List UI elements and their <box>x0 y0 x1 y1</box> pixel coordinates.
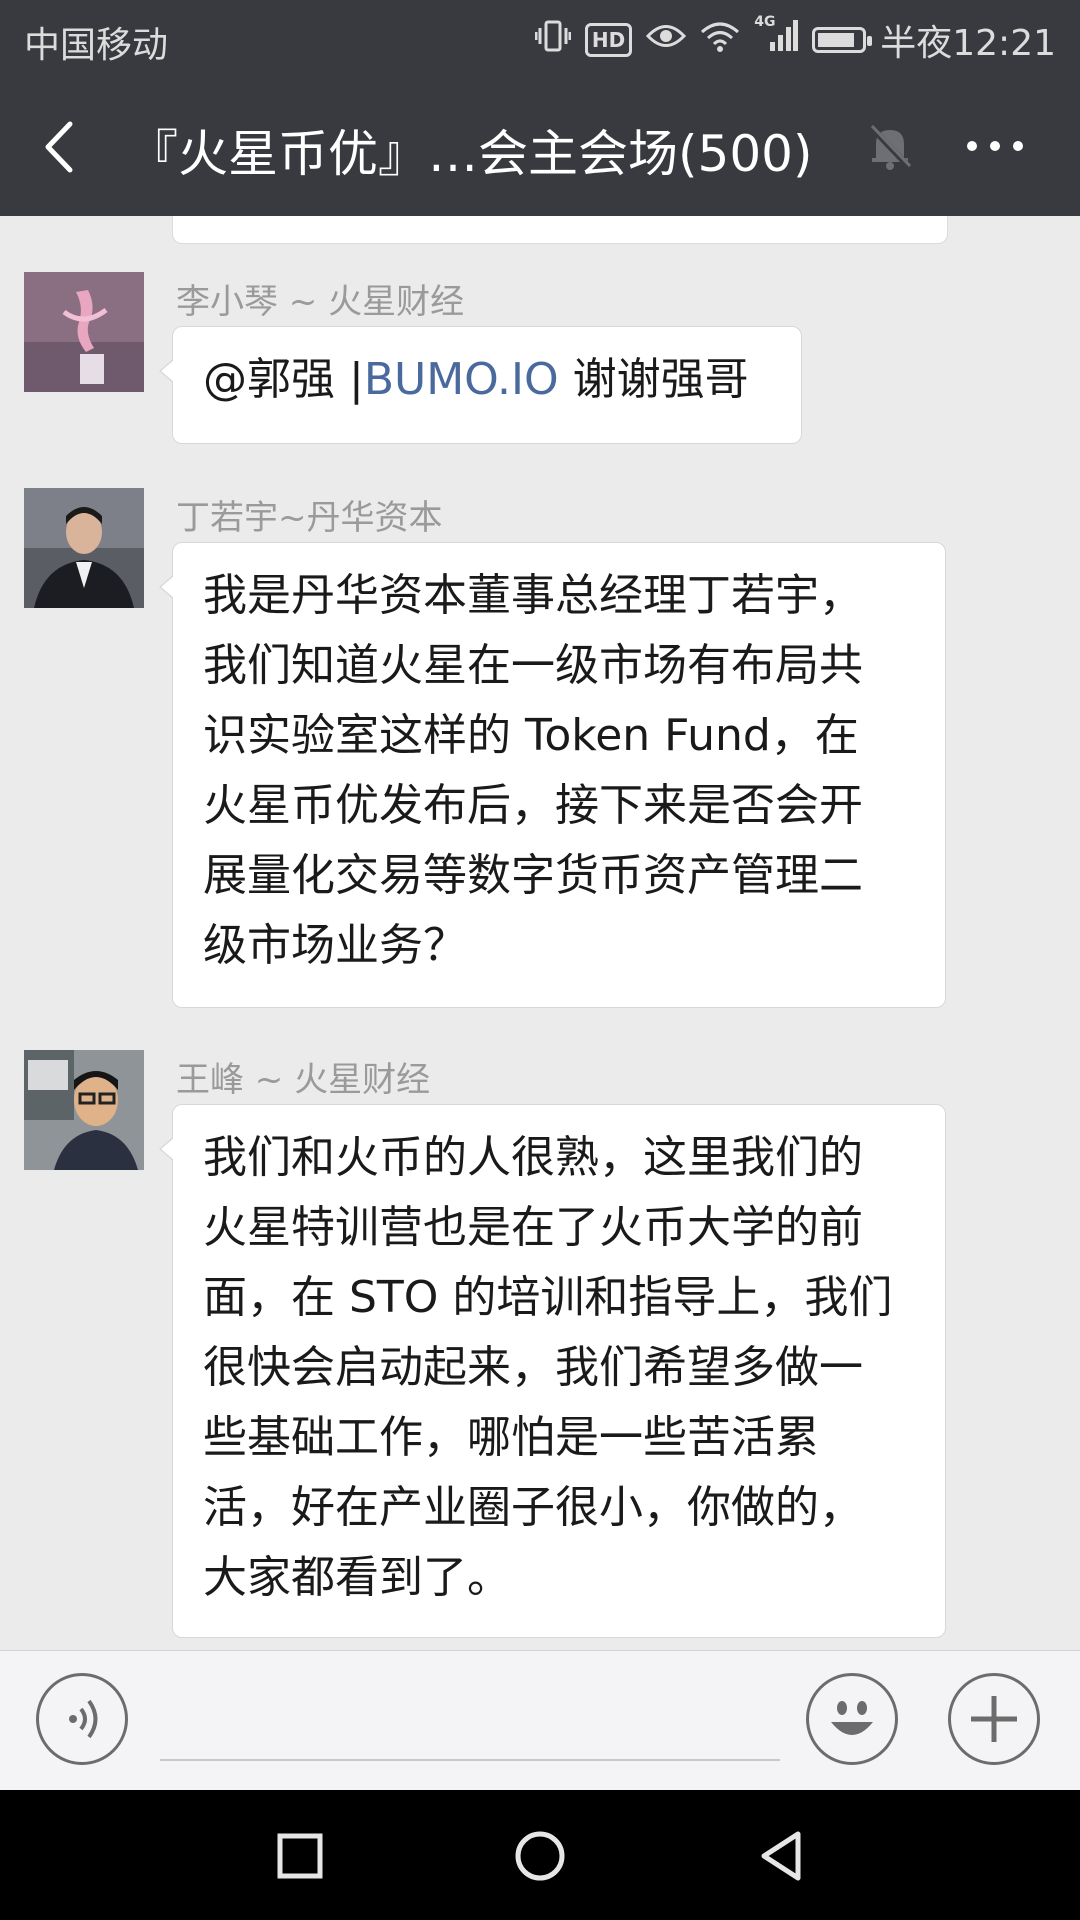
circle-icon <box>515 1831 565 1881</box>
message-line: 展量化交易等数字货币资产管理二 <box>203 850 863 901</box>
wifi-icon <box>700 20 740 60</box>
message-input[interactable] <box>160 1759 780 1761</box>
system-nav-bar <box>0 1790 1080 1920</box>
hd-badge: HD <box>584 23 633 57</box>
back-button[interactable] <box>30 112 100 182</box>
plus-button[interactable] <box>948 1673 1040 1765</box>
message-bubble[interactable]: @郭强 |BUMO.IO 谢谢强哥 <box>159 326 802 444</box>
message-line: 级市场业务？ <box>203 920 467 971</box>
message-bubble[interactable]: 我们和火币的人很熟，这里我们的 火星特训营也是在了火币大学的前 面，在 STO … <box>159 1104 946 1638</box>
emoji-button[interactable] <box>806 1673 898 1765</box>
triangle-back-icon <box>761 1831 801 1881</box>
message-line: 火星特训营也是在了火币大学的前 <box>203 1202 863 1253</box>
sender-name: 李小琴 ~ 火星财经 <box>176 282 465 322</box>
chat-header: 『火星币优』…会主会场(500) <box>0 76 1080 216</box>
message-list[interactable]: 李小琴 ~ 火星财经 @郭强 |BUMO.IO 谢谢强哥 丁若宇~丹华资本 我是… <box>0 216 1080 1650</box>
avatar-image <box>24 272 144 392</box>
message-line: 大家都看到了。 <box>203 1552 511 1603</box>
avatar-image <box>24 488 144 608</box>
message-line: 我们和火币的人很熟，这里我们的 <box>203 1132 863 1183</box>
input-bar <box>0 1650 1080 1790</box>
vibrate-icon <box>534 19 572 61</box>
message-text-tail: 谢谢强哥 <box>558 354 749 405</box>
link[interactable]: BUMO.IO <box>364 354 559 405</box>
avatar[interactable] <box>24 488 144 608</box>
signal-icon: 4G <box>754 14 799 60</box>
message-text: @郭强 |BUMO.IO 谢谢强哥 <box>203 345 771 415</box>
clock: 半夜12:21 <box>880 23 1056 64</box>
voice-icon <box>69 1699 98 1739</box>
home-button[interactable] <box>510 1826 570 1886</box>
emoji-icon <box>831 1701 873 1735</box>
battery-icon <box>812 27 873 53</box>
eye-icon <box>646 21 687 59</box>
status-icons: HD 4G 半夜12:21 <box>534 14 1056 66</box>
message-line: 我是丹华资本董事总经理丁若宇， <box>203 570 863 621</box>
chat-title: 『火星币优』…会主会场(500) <box>128 125 813 183</box>
system-back-button[interactable] <box>752 1826 812 1886</box>
message-line: 些基础工作，哪怕是一些苦活累 <box>203 1412 819 1463</box>
bell-off-icon <box>862 118 918 174</box>
message-line: 面，在 STO 的培训和指导上，我们 <box>203 1272 893 1323</box>
carrier-label: 中国移动 <box>24 25 169 66</box>
message-line: 火星币优发布后，接下来是否会开 <box>203 780 863 831</box>
square-icon <box>277 1833 323 1879</box>
voice-button[interactable] <box>36 1673 128 1765</box>
plus-icon <box>971 1696 1017 1742</box>
message-line: 活，好在产业圈子很小，你做的， <box>203 1482 863 1533</box>
avatar-image <box>24 1050 144 1170</box>
avatar[interactable] <box>24 272 144 392</box>
more-button[interactable] <box>960 118 1030 174</box>
sender-name: 王峰 ~ 火星财经 <box>176 1060 431 1100</box>
previous-message-bubble[interactable] <box>172 216 948 244</box>
mention[interactable]: @郭强 | <box>203 354 364 405</box>
message-line: 识实验室这样的 Token Fund，在 <box>203 710 859 761</box>
message-line: 我们知道火星在一级市场有布局共 <box>203 640 863 691</box>
sender-name: 丁若宇~丹华资本 <box>176 498 443 538</box>
network-type: 4G <box>754 14 776 30</box>
avatar[interactable] <box>24 1050 144 1170</box>
chevron-left-icon <box>45 121 73 173</box>
recent-apps-button[interactable] <box>270 1826 330 1886</box>
message-bubble[interactable]: 我是丹华资本董事总经理丁若宇， 我们知道火星在一级市场有布局共 识实验室这样的 … <box>159 542 946 1008</box>
more-horizontal-icon <box>967 141 1023 151</box>
message-line: 很快会启动起来，我们希望多做一 <box>203 1342 863 1393</box>
status-bar: 中国移动 HD 4G 半夜12:21 <box>0 0 1080 76</box>
